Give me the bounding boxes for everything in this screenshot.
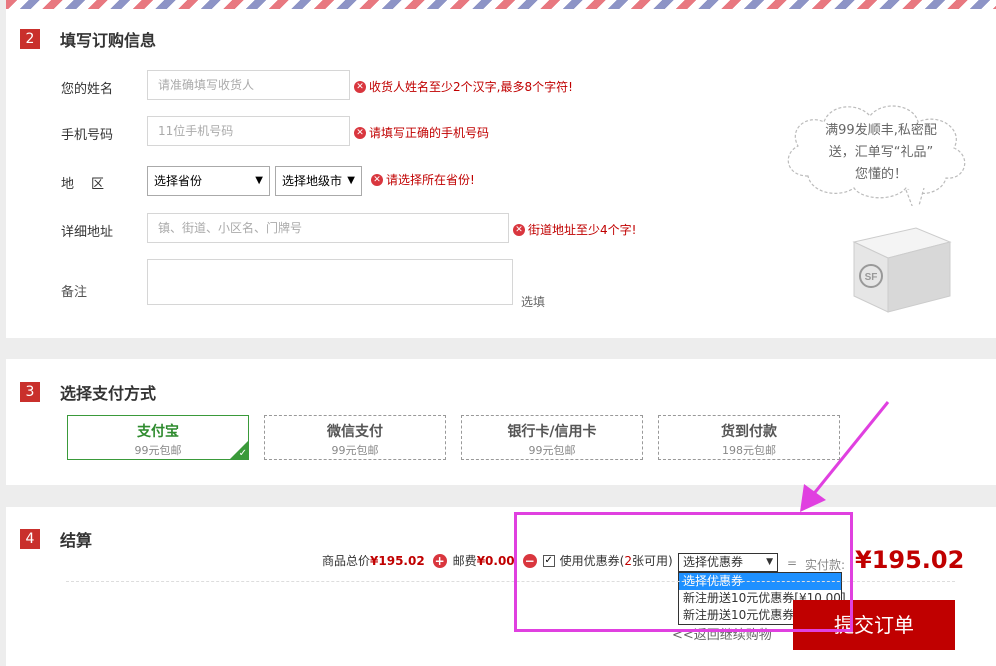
sf-logo-text: SF (865, 272, 878, 283)
error-icon: ✕ (354, 126, 366, 139)
pay-option-bankcard[interactable]: 银行卡/信用卡 99元包邮 (461, 415, 643, 460)
province-select-value: 选择省份 (154, 174, 203, 188)
coupon-select-value: 选择优惠券 (683, 555, 744, 569)
note-label: 备注 (61, 285, 88, 300)
pay-option-sub: 99元包邮 (331, 444, 379, 457)
use-coupon-label-pre: 使用优惠券( (559, 554, 625, 568)
use-coupon-label-post: 张可用) (631, 554, 673, 568)
section-number-badge: 2 (20, 29, 40, 49)
city-select-value: 选择地级市 (282, 174, 343, 188)
address-error-text: 街道地址至少4个字! (528, 223, 637, 237)
note-optional-hint: 选填 (521, 295, 546, 309)
pay-option-cod[interactable]: 货到付款 198元包邮 (658, 415, 840, 460)
use-coupon-checkbox[interactable]: ✓ (542, 554, 555, 567)
shipping-label: 邮费 (452, 554, 477, 568)
back-to-shopping-link[interactable]: <<返回继续购物 (672, 624, 772, 643)
actual-pay-label: 实付款: (805, 558, 846, 572)
goods-total-label: 商品总价 (322, 554, 371, 568)
error-icon: ✕ (371, 173, 383, 186)
shipping-value: ¥0.00 (476, 553, 515, 568)
name-error: ✕ 收货人姓名至少2个汉字,最多8个字符! (354, 78, 573, 95)
settlement-section-header: 4 结算 (20, 527, 92, 551)
minus-icon: − (522, 553, 537, 568)
coupon-count: 2 (624, 553, 632, 568)
pay-option-name: 微信支付 (327, 424, 383, 440)
promo-text: 满99发顺丰,私密配 送，汇单写“礼品” 您懂的！ (806, 120, 956, 186)
name-input[interactable]: 请准确填写收货人 (147, 70, 350, 100)
sf-package-box-icon: SF (852, 227, 952, 313)
settlement-section-title: 结算 (60, 531, 93, 550)
city-select[interactable]: 选择地级市 ▼ (275, 166, 362, 196)
phone-input[interactable]: 11位手机号码 (147, 116, 350, 146)
pay-option-wechat[interactable]: 微信支付 99元包邮 (264, 415, 446, 460)
plus-icon: + (432, 553, 447, 568)
address-input[interactable]: 镇、街道、小区名、门牌号 (147, 213, 509, 243)
pay-option-sub: 99元包邮 (134, 444, 182, 457)
dropdown-arrow-icon: ▼ (766, 557, 773, 567)
payment-section-header: 3 选择支付方式 (20, 380, 156, 404)
checkmark-icon: ✓ (238, 448, 247, 459)
divider (66, 581, 955, 582)
dropdown-arrow-icon: ▼ (255, 175, 263, 186)
region-error-text: 请选择所在省份! (386, 173, 475, 187)
promo-line-3: 您懂的！ (854, 167, 907, 182)
order-section-title: 填写订购信息 (60, 31, 157, 50)
pay-option-sub: 99元包邮 (528, 444, 576, 457)
payment-section-title: 选择支付方式 (60, 384, 157, 403)
promo-line-2: 送，汇单写“礼品” (828, 145, 934, 160)
phone-error: ✕ 请填写正确的手机号码 (354, 124, 489, 141)
name-error-text: 收货人姓名至少2个汉字,最多8个字符! (369, 80, 573, 94)
error-icon: ✕ (513, 223, 525, 236)
submit-order-button[interactable]: 提交订单 (793, 600, 955, 650)
pay-option-sub: 198元包邮 (722, 444, 776, 457)
promo-line-1: 满99发顺丰,私密配 (825, 123, 937, 138)
region-label: 地 区 (61, 177, 107, 192)
totals-row: 商品总价 ¥195.02 + 邮费 ¥0.00 − ✓ 使用优惠券(2 张可用) (322, 552, 673, 569)
note-textarea[interactable] (147, 259, 513, 305)
phone-error-text: 请填写正确的手机号码 (369, 126, 490, 140)
pay-option-alipay[interactable]: 支付宝 99元包邮 ✓ (67, 415, 249, 460)
coupon-select[interactable]: 选择优惠券 ▼ (678, 553, 778, 572)
pay-option-name: 支付宝 (137, 424, 179, 440)
goods-total-value: ¥195.02 (370, 553, 425, 568)
region-error: ✕ 请选择所在省份! (371, 171, 475, 188)
section-number-badge: 4 (20, 529, 40, 549)
address-error: ✕ 街道地址至少4个字! (513, 221, 636, 238)
equals-sign: = (787, 556, 798, 570)
address-label: 详细地址 (61, 225, 114, 240)
name-label: 您的姓名 (61, 82, 114, 97)
dropdown-arrow-icon: ▼ (347, 175, 355, 186)
phone-label: 手机号码 (61, 128, 114, 143)
error-icon: ✕ (354, 80, 366, 93)
pay-option-name: 货到付款 (721, 424, 777, 440)
pay-option-name: 银行卡/信用卡 (507, 424, 597, 440)
province-select[interactable]: 选择省份 ▼ (147, 166, 270, 196)
order-section-header: 2 填写订购信息 (20, 27, 156, 51)
airmail-border (6, 0, 996, 9)
section-number-badge: 3 (20, 382, 40, 402)
grand-total: ¥195.02 (855, 546, 965, 574)
